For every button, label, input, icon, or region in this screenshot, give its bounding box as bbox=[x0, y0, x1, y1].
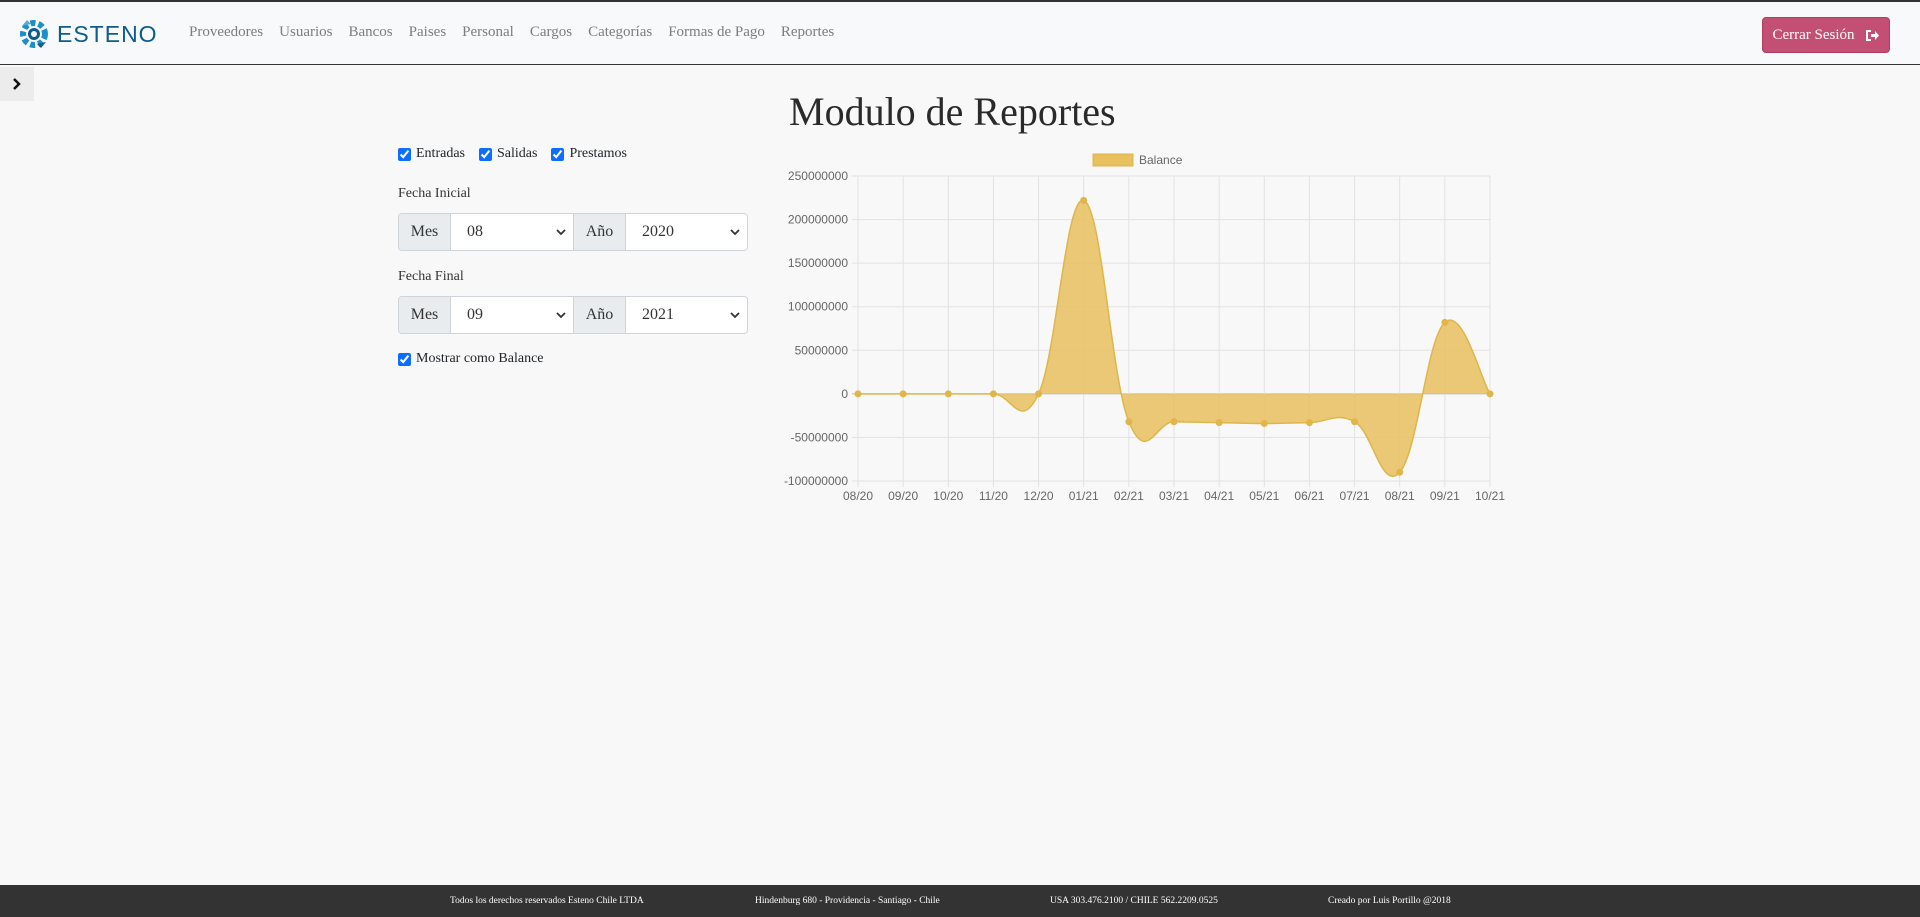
type-filters: Entradas Salidas Prestamos bbox=[398, 146, 641, 162]
entradas-label: Entradas bbox=[416, 146, 465, 161]
page-title: Modulo de Reportes bbox=[789, 89, 1116, 134]
salidas-checkbox[interactable]: Salidas bbox=[478, 146, 538, 162]
x-tick-label: 06/21 bbox=[1294, 489, 1324, 503]
logout-button[interactable]: Cerrar Sesión bbox=[1762, 17, 1890, 53]
data-point bbox=[989, 390, 997, 398]
anio-final-select[interactable]: 2021 bbox=[626, 297, 747, 333]
nav-reportes[interactable]: Reportes bbox=[781, 24, 834, 41]
nav-cargos[interactable]: Cargos bbox=[530, 24, 572, 41]
fecha-inicial-group: Mes 08 Año 2020 bbox=[398, 213, 748, 251]
x-tick-label: 07/21 bbox=[1340, 489, 1370, 503]
data-point bbox=[1305, 419, 1313, 427]
chevron-right-icon bbox=[13, 78, 21, 90]
x-tick-label: 11/20 bbox=[979, 489, 1008, 503]
nav-proveedores[interactable]: Proveedores bbox=[189, 24, 263, 41]
data-point bbox=[1170, 418, 1178, 426]
entradas-check-input[interactable] bbox=[398, 147, 411, 161]
nav-usuarios[interactable]: Usuarios bbox=[279, 24, 332, 41]
data-point bbox=[1215, 419, 1223, 427]
x-tick-label: 05/21 bbox=[1249, 489, 1279, 503]
x-tick-label: 09/20 bbox=[888, 489, 918, 503]
data-point bbox=[944, 390, 952, 398]
y-tick-label: 100000000 bbox=[788, 300, 848, 314]
mes-inicial-select[interactable]: 08 bbox=[451, 214, 574, 250]
data-point bbox=[1035, 390, 1043, 398]
y-tick-label: 50000000 bbox=[795, 343, 849, 357]
x-tick-label: 09/21 bbox=[1430, 489, 1460, 503]
nav-paises[interactable]: Paises bbox=[409, 24, 447, 41]
prestamos-checkbox[interactable]: Prestamos bbox=[551, 146, 627, 162]
prestamos-label: Prestamos bbox=[569, 146, 627, 161]
mes-addon: Mes bbox=[399, 214, 451, 250]
data-point bbox=[1486, 390, 1494, 398]
data-point bbox=[1351, 418, 1359, 426]
x-tick-label: 08/20 bbox=[843, 489, 873, 503]
chevron-down-icon bbox=[730, 229, 740, 236]
footer-credit: Creado por Luis Portillo @2018 bbox=[1328, 896, 1451, 906]
salidas-label: Salidas bbox=[496, 146, 538, 161]
legend-swatch bbox=[1092, 153, 1134, 167]
nav-formas-de-pago[interactable]: Formas de Pago bbox=[668, 24, 765, 41]
x-tick-label: 03/21 bbox=[1159, 489, 1189, 503]
sidebar-toggle[interactable] bbox=[0, 67, 34, 101]
balance-check-input[interactable] bbox=[398, 352, 411, 366]
data-point bbox=[854, 390, 862, 398]
footer-rights: Todos los derechos reservados Esteno Chi… bbox=[450, 896, 644, 906]
x-tick-label: 10/20 bbox=[933, 489, 963, 503]
mes-final-select[interactable]: 09 bbox=[451, 297, 574, 333]
anio-inicial-select[interactable]: 2020 bbox=[626, 214, 747, 250]
nav-personal[interactable]: Personal bbox=[462, 24, 514, 41]
legend-label: Balance bbox=[1139, 153, 1183, 167]
footer-phones: USA 303.476.2100 / CHILE 562.2209.0525 bbox=[1050, 896, 1218, 906]
logout-label: Cerrar Sesión bbox=[1772, 26, 1855, 43]
entradas-checkbox[interactable]: Entradas bbox=[398, 146, 465, 162]
chevron-down-icon bbox=[556, 312, 566, 319]
sign-out-icon bbox=[1865, 29, 1879, 41]
nav-bancos[interactable]: Bancos bbox=[348, 24, 392, 41]
chevron-down-icon bbox=[730, 312, 740, 319]
anio-inicial-value: 2020 bbox=[642, 223, 674, 240]
mes-addon: Mes bbox=[399, 297, 451, 333]
y-tick-label: 250000000 bbox=[788, 169, 848, 183]
brand-logo[interactable]: ESTENO bbox=[17, 16, 158, 52]
footer: Todos los derechos reservados Esteno Chi… bbox=[0, 885, 1920, 917]
nav-categorias[interactable]: Categorías bbox=[588, 24, 652, 41]
anio-addon: Año bbox=[574, 214, 626, 250]
salidas-check-input[interactable] bbox=[478, 147, 492, 161]
anio-final-value: 2021 bbox=[642, 306, 674, 323]
x-tick-label: 12/20 bbox=[1024, 489, 1054, 503]
main-nav: Proveedores Usuarios Bancos Paises Perso… bbox=[189, 24, 850, 41]
navbar: ESTENO Proveedores Usuarios Bancos Paise… bbox=[0, 0, 1920, 65]
x-tick-label: 04/21 bbox=[1204, 489, 1234, 503]
balance-label: Mostrar como Balance bbox=[416, 351, 544, 366]
mes-final-value: 09 bbox=[467, 306, 483, 323]
data-point bbox=[1125, 418, 1133, 426]
y-tick-label: 0 bbox=[841, 387, 848, 401]
fecha-inicial-label: Fecha Inicial bbox=[398, 186, 471, 201]
x-tick-label: 08/21 bbox=[1385, 489, 1415, 503]
gear-logo-icon bbox=[20, 20, 48, 48]
balance-chart: 250000000 200000000 150000000 100000000 5000… bbox=[784, 153, 1505, 503]
y-tick-label: -100000000 bbox=[784, 474, 848, 488]
x-tick-label: 10/21 bbox=[1475, 489, 1505, 503]
y-tick-label: 200000000 bbox=[788, 213, 848, 227]
x-tick-label: 02/21 bbox=[1114, 489, 1144, 503]
brand-name: ESTENO bbox=[57, 20, 158, 47]
prestamos-check-input[interactable] bbox=[551, 147, 565, 161]
fecha-final-group: Mes 09 Año 2021 bbox=[398, 296, 748, 334]
footer-address: Hindenburg 680 - Providencia - Santiago … bbox=[755, 896, 940, 906]
data-point bbox=[1080, 196, 1088, 204]
data-point bbox=[1441, 318, 1449, 326]
y-tick-label: -50000000 bbox=[791, 430, 849, 444]
anio-addon: Año bbox=[574, 297, 626, 333]
data-point bbox=[1396, 468, 1404, 476]
data-point bbox=[1260, 419, 1268, 427]
y-tick-label: 150000000 bbox=[788, 256, 848, 270]
balance-checkbox[interactable]: Mostrar como Balance bbox=[398, 351, 544, 367]
chevron-down-icon bbox=[556, 229, 566, 236]
fecha-final-label: Fecha Final bbox=[398, 269, 464, 284]
x-tick-label: 01/21 bbox=[1069, 489, 1099, 503]
mes-inicial-value: 08 bbox=[467, 223, 483, 240]
data-point bbox=[899, 390, 907, 398]
